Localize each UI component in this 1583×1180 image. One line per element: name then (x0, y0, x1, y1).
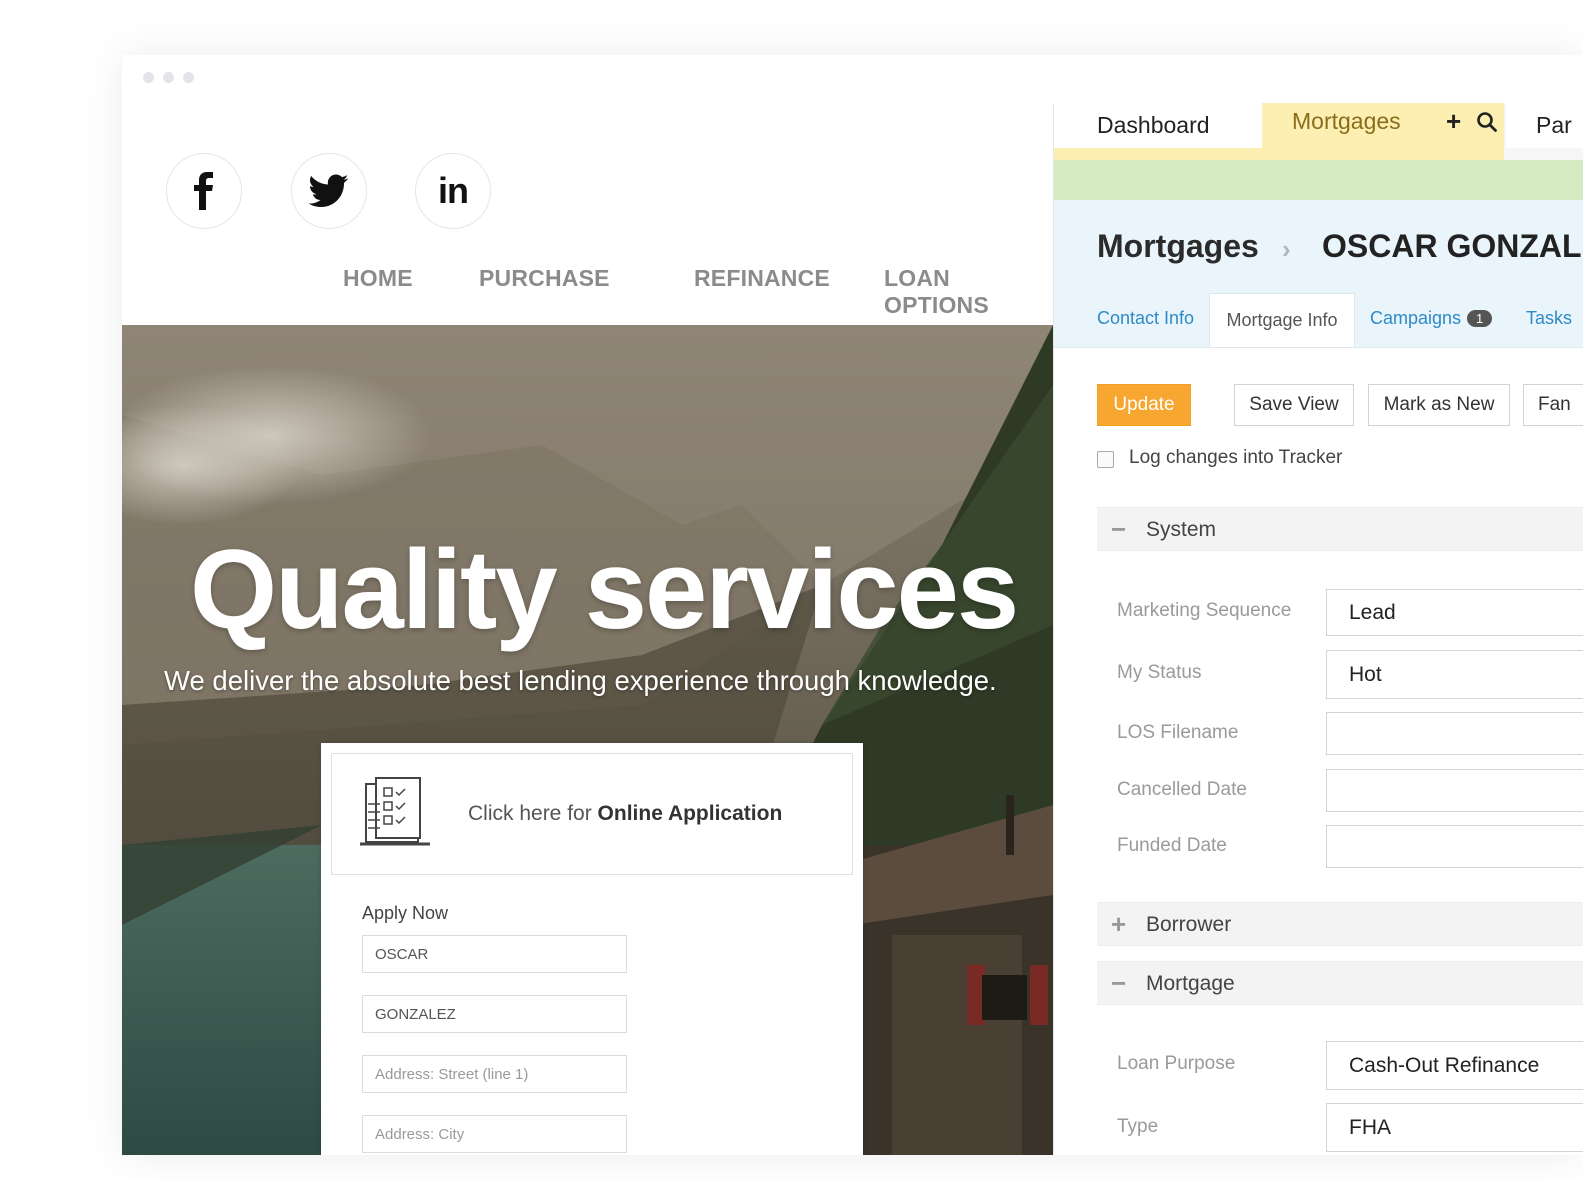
hero-subtitle: We deliver the absolute best lending exp… (164, 665, 997, 696)
update-button[interactable]: Update (1097, 384, 1191, 426)
notification-bar (1054, 160, 1583, 200)
section-borrower-title: Borrower (1146, 913, 1232, 936)
breadcrumb-section[interactable]: Mortgages (1097, 228, 1259, 265)
funded-date-field[interactable] (1326, 825, 1583, 868)
lender-website: in HOME PURCHASE REFINANCE LOAN OPTIONS (122, 103, 1053, 1155)
more-button[interactable]: Fan (1523, 384, 1583, 426)
address-city-field[interactable]: Address: City (362, 1115, 627, 1153)
field-label: Marketing Sequence (1117, 600, 1292, 621)
log-changes-label: Log changes into Tracker (1129, 447, 1343, 468)
apply-now-label: Apply Now (362, 903, 449, 923)
los-filename-field[interactable] (1326, 712, 1583, 755)
tab-mortgages[interactable]: Mortgages + (1262, 103, 1504, 160)
window-titlebar (122, 55, 1583, 103)
search-icon[interactable] (1476, 111, 1498, 133)
minus-icon: − (1111, 514, 1127, 544)
field-label: My Status (1117, 662, 1202, 683)
window-dot-icon[interactable] (143, 72, 154, 83)
browser-window: in HOME PURCHASE REFINANCE LOAN OPTIONS (122, 55, 1583, 1155)
nav-loan-options[interactable]: LOAN OPTIONS (884, 265, 1053, 319)
cancelled-date-field[interactable] (1326, 769, 1583, 812)
crm-top-nav: Dashboard Mortgages + Par (1054, 103, 1583, 160)
record-header: Mortgages › OSCAR GONZAL Contact Info Mo… (1054, 200, 1583, 348)
loan-purpose-select[interactable]: Cash-Out Refinance (1326, 1041, 1583, 1090)
section-mortgage-title: Mortgage (1146, 972, 1235, 995)
online-application-button[interactable]: Click here for Online Application (331, 753, 853, 875)
my-status-select[interactable]: Hot (1326, 650, 1583, 699)
twitter-icon[interactable] (291, 153, 367, 229)
plus-icon[interactable]: + (1446, 106, 1461, 137)
tab-contact-info[interactable]: Contact Info (1097, 308, 1194, 329)
minus-icon: − (1111, 968, 1127, 998)
window-dot-icon[interactable] (163, 72, 174, 83)
first-name-field[interactable]: OSCAR (362, 935, 627, 973)
nav-refinance[interactable]: REFINANCE (694, 265, 830, 292)
hero-banner: Quality services We deliver the absolute… (122, 325, 1053, 1155)
campaigns-count-badge: 1 (1467, 310, 1493, 327)
marketing-sequence-select[interactable]: Lead (1326, 589, 1583, 636)
section-system-title: System (1146, 518, 1217, 541)
tab-tasks[interactable]: Tasks (1526, 308, 1572, 329)
tab-campaigns[interactable]: Campaigns 1 (1370, 308, 1493, 329)
section-mortgage[interactable]: − Mortgage (1097, 961, 1583, 1005)
tab-partners[interactable]: Par (1506, 103, 1583, 148)
save-view-button[interactable]: Save View (1234, 384, 1354, 426)
field-label: Loan Purpose (1117, 1053, 1236, 1074)
loan-type-select[interactable]: FHA (1326, 1103, 1583, 1152)
tab-indicator (1054, 148, 1262, 160)
window-dot-icon[interactable] (183, 72, 194, 83)
linkedin-icon[interactable]: in (415, 153, 491, 229)
mark-as-new-button[interactable]: Mark as New (1368, 384, 1510, 426)
chevron-right-icon: › (1282, 234, 1291, 264)
facebook-icon[interactable] (166, 153, 242, 229)
tab-dashboard[interactable]: Dashboard (1054, 103, 1262, 148)
nav-purchase[interactable]: PURCHASE (479, 265, 610, 292)
tab-campaigns-label: Campaigns (1370, 308, 1462, 328)
field-label: Type (1117, 1116, 1159, 1137)
section-system[interactable]: − System (1097, 507, 1583, 551)
tab-mortgages-label: Mortgages (1292, 108, 1401, 134)
online-application-label: Click here for Online Application (468, 802, 783, 825)
breadcrumb-record: OSCAR GONZAL (1322, 228, 1582, 264)
hero-title: Quality services (190, 527, 1019, 652)
application-form-icon (360, 777, 430, 846)
section-borrower[interactable]: + Borrower (1097, 902, 1583, 946)
field-label: Funded Date (1117, 835, 1227, 856)
address-street-field[interactable]: Address: Street (line 1) (362, 1055, 627, 1093)
nav-home[interactable]: HOME (343, 265, 413, 292)
last-name-field[interactable]: GONZALEZ (362, 995, 627, 1033)
tab-mortgage-info[interactable]: Mortgage Info (1209, 293, 1355, 347)
log-changes-checkbox[interactable] (1097, 451, 1114, 468)
plus-icon: + (1111, 909, 1127, 939)
field-label: Cancelled Date (1117, 779, 1247, 800)
crm-panel: Dashboard Mortgages + Par Mortgages › OS… (1053, 103, 1583, 1155)
apply-card: Click here for Online Application Apply … (321, 743, 863, 1155)
field-label: LOS Filename (1117, 722, 1239, 743)
